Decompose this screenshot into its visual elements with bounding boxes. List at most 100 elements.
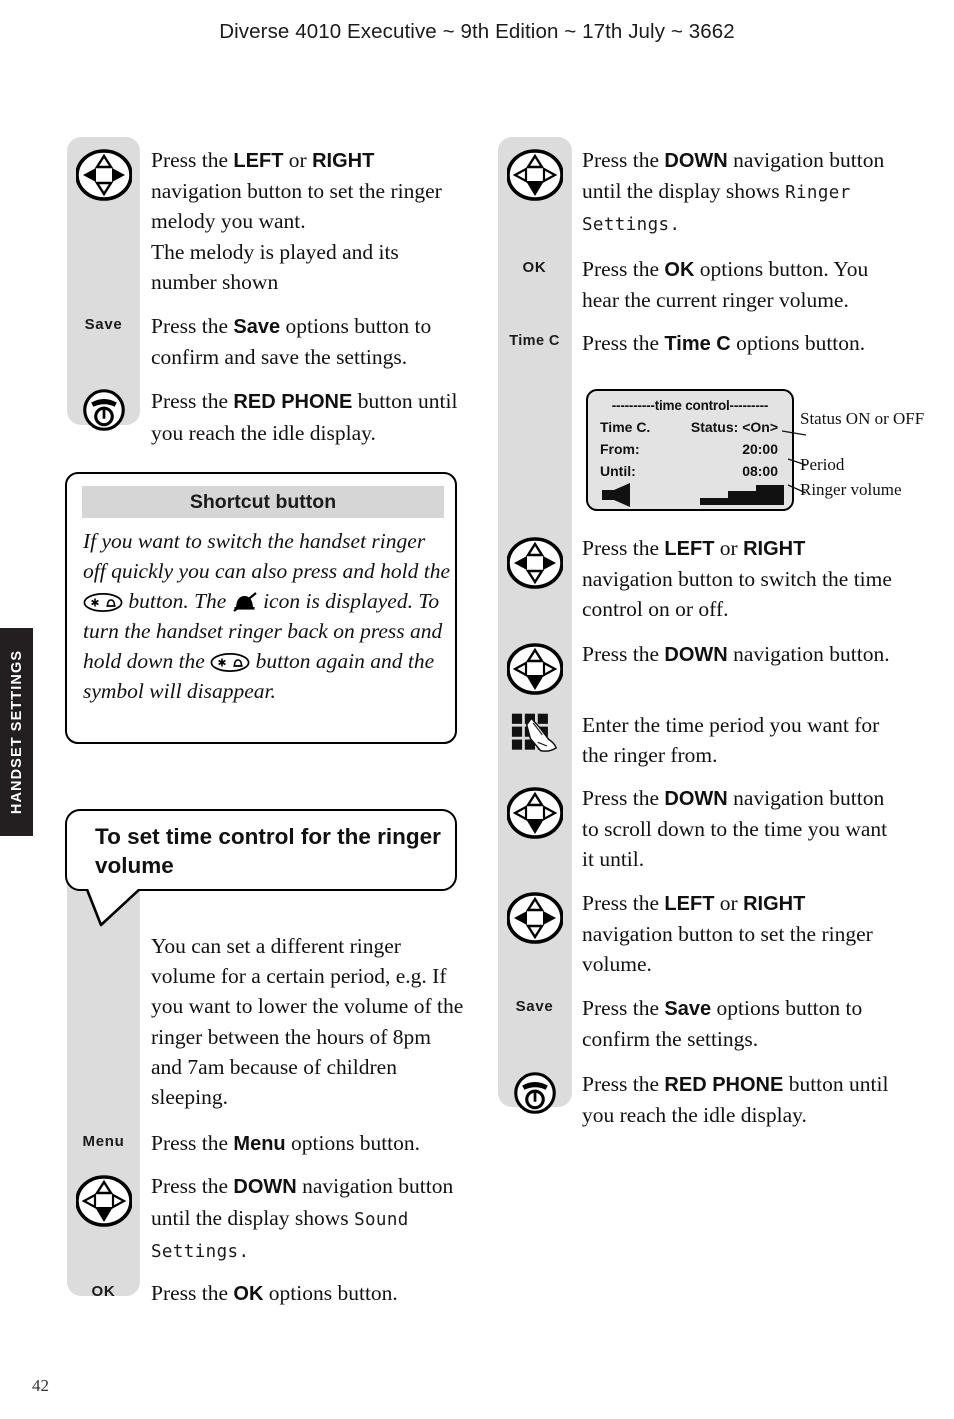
step-text: Press the RED PHONE button until you rea…	[582, 1071, 889, 1127]
shortcut-button-box: Shortcut button If you want to switch th…	[65, 472, 457, 744]
step-row: Time C Press the Time C options button.	[498, 315, 898, 359]
section-tab-label: HANDSET SETTINGS	[8, 649, 25, 815]
step-gutter: Save	[498, 993, 571, 1015]
lcd-row-label: Until:	[600, 463, 636, 479]
step-row: Press the DOWN navigation button until t…	[67, 1159, 467, 1267]
step-row: Press the DOWN navigation button to scro…	[498, 770, 898, 875]
shortcut-text-part1: If you want to switch the handset ringer…	[83, 529, 451, 583]
right-steps-bottom: Press the LEFT or RIGHT navigation butto…	[498, 525, 898, 1130]
step-gutter	[498, 639, 571, 697]
step-gutter: OK	[498, 254, 571, 276]
lcd-annotation-period: Period	[800, 455, 845, 474]
step-gutter	[498, 710, 571, 756]
manual-page: Diverse 4010 Executive ~ 9th Edition ~ 1…	[0, 0, 954, 1419]
step-gutter	[498, 783, 571, 841]
softkey-label-save[interactable]: Save	[516, 998, 554, 1015]
red-phone-icon[interactable]	[513, 1071, 557, 1115]
lcd-annotation-ringer-volume: Ringer volume	[800, 480, 902, 499]
nav-left-right-icon[interactable]	[506, 535, 563, 591]
left-steps-top: Press the LEFT or RIGHT navigation butto…	[67, 137, 467, 448]
softkey-label-ok[interactable]: OK	[523, 259, 547, 276]
step-gutter	[498, 145, 571, 203]
lcd-row: Until: 08:00	[600, 463, 784, 479]
softkey-label-save[interactable]: Save	[85, 316, 123, 333]
lcd-figure: ----------time control--------- Time C. …	[586, 389, 807, 511]
nav-down-icon[interactable]	[506, 785, 563, 841]
lcd-annotation-status: Status ON or OFF	[800, 409, 925, 428]
softkey-label-ok[interactable]: OK	[92, 1283, 116, 1300]
step-text: Press the LEFT or RIGHT navigation butto…	[151, 148, 442, 294]
right-steps-top: Press the DOWN navigation button until t…	[498, 137, 898, 381]
softkey-label-time-c[interactable]: Time C	[509, 333, 559, 349]
lcd-row-label: Time C.	[600, 419, 651, 435]
lcd-screen: ----------time control--------- Time C. …	[586, 389, 794, 511]
running-head: Diverse 4010 Executive ~ 9th Edition ~ 1…	[219, 20, 735, 43]
step-text: Press the Save options button to confirm…	[582, 996, 863, 1052]
step-row: Save Press the Save options button to co…	[498, 979, 898, 1054]
step-row: Press the DOWN navigation button.	[498, 625, 898, 697]
step-text: Press the OK options button. You hear th…	[582, 256, 869, 312]
step-row: Press the DOWN navigation button until t…	[498, 137, 898, 241]
step-text: Press the LEFT or RIGHT navigation butto…	[582, 536, 892, 622]
nav-down-icon[interactable]	[75, 1173, 132, 1229]
step-gutter	[67, 931, 140, 933]
step-gutter	[498, 888, 571, 946]
lcd-row-value: Status: <On>	[690, 419, 778, 435]
step-text: Press the Time C options button.	[582, 331, 866, 356]
step-text: Press the DOWN navigation button.	[582, 641, 890, 666]
step-row: Press the LEFT or RIGHT navigation butto…	[67, 137, 467, 297]
nav-left-right-icon[interactable]	[506, 890, 563, 946]
step-row: Press the LEFT or RIGHT navigation butto…	[498, 875, 898, 980]
lcd-row-label: From:	[600, 441, 640, 457]
lcd-row-value: 20:00	[742, 441, 778, 457]
ringer-off-bell-icon	[233, 592, 257, 612]
step-text: Press the Save options button to confirm…	[151, 314, 432, 370]
page-number: 42	[32, 1376, 49, 1395]
step-text: Press the DOWN navigation button until t…	[151, 1174, 454, 1262]
step-text: Press the OK options button.	[151, 1281, 398, 1306]
section-heading-text: To set time control for the ringer volum…	[95, 824, 441, 878]
softkey-label-menu[interactable]: Menu	[83, 1133, 125, 1150]
nav-down-icon[interactable]	[506, 147, 563, 203]
step-text: Press the DOWN navigation button until t…	[582, 148, 885, 236]
star-bell-key-icon	[83, 593, 123, 612]
step-row: Press the RED PHONE button until you rea…	[498, 1055, 898, 1130]
step-gutter	[67, 1171, 140, 1229]
step-gutter: Menu	[67, 1128, 140, 1150]
shortcut-text-part2: button. The	[123, 589, 232, 613]
step-gutter	[498, 533, 571, 591]
step-row: Press the LEFT or RIGHT navigation butto…	[498, 525, 898, 625]
nav-down-icon[interactable]	[506, 641, 563, 697]
step-text: Press the DOWN navigation button to scro…	[582, 786, 888, 872]
step-gutter: OK	[67, 1278, 140, 1300]
left-steps-bottom: You can set a different ringer volume fo…	[67, 884, 467, 1309]
step-row: Menu Press the Menu options button.	[67, 1112, 467, 1159]
lcd-screen-title: ----------time control---------	[611, 398, 769, 413]
section-callout-heading: To set time control for the ringer volum…	[65, 809, 457, 891]
step-text: Press the LEFT or RIGHT navigation butto…	[582, 890, 873, 977]
step-text: You can set a different ringer volume fo…	[151, 934, 464, 1110]
section-tab-handset-settings: HANDSET SETTINGS	[0, 628, 33, 836]
lcd-row: Time C. Status: <On>	[600, 419, 784, 435]
step-gutter: Time C	[498, 328, 571, 349]
step-row: Press the RED PHONE button until you rea…	[67, 372, 467, 447]
step-row: Enter the time period you want for the r…	[498, 697, 898, 770]
keypad-hand-icon[interactable]	[511, 712, 559, 756]
step-text: Enter the time period you want for the r…	[582, 712, 880, 767]
red-phone-icon[interactable]	[82, 388, 126, 432]
step-gutter	[67, 145, 140, 203]
shortcut-box-title: Shortcut button	[82, 486, 444, 518]
shortcut-box-text: If you want to switch the handset ringer…	[83, 526, 451, 706]
step-rail-spacer	[498, 381, 572, 525]
callout-tail	[84, 885, 144, 927]
step-gutter	[67, 386, 140, 432]
step-text: Press the RED PHONE button until you rea…	[151, 389, 458, 445]
star-bell-key-icon	[210, 653, 250, 672]
volume-bars-icon	[700, 485, 784, 505]
step-text: Press the Menu options button.	[151, 1131, 421, 1156]
lcd-row: From: 20:00	[600, 441, 784, 457]
step-gutter	[498, 1069, 571, 1115]
speaker-icon	[602, 483, 630, 507]
step-row: Save Press the Save options button to co…	[67, 297, 467, 372]
nav-left-right-icon[interactable]	[75, 147, 132, 203]
